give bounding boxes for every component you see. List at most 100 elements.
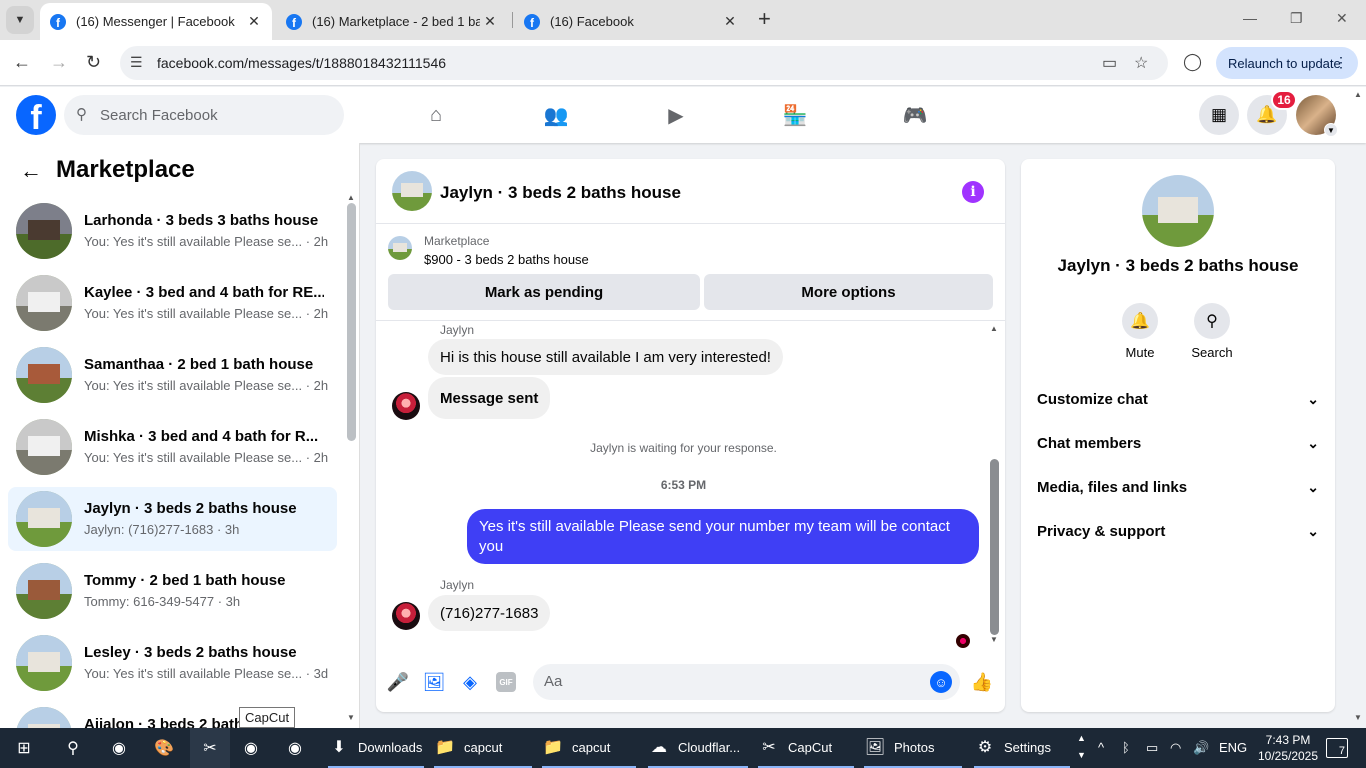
thumbs-up-icon[interactable]: 👍 (971, 671, 993, 693)
restore-icon[interactable]: ❐ (1290, 10, 1303, 27)
bookmark-star-icon[interactable]: ☆ (1134, 53, 1148, 73)
forward-icon[interactable]: → (50, 52, 68, 73)
contact-avatar[interactable] (392, 602, 420, 630)
battery-icon[interactable]: ▭ (1146, 740, 1158, 756)
taskbar-paint[interactable]: 🎨 (153, 728, 183, 768)
taskbar-photos[interactable]: 🖼 Photos (864, 728, 962, 768)
conversation-item[interactable]: Mishka · 3 bed and 4 bath for R... You: … (8, 415, 337, 479)
system-note: Jaylyn is waiting for your response. (590, 441, 777, 455)
attach-photo-icon[interactable]: 🖼 (423, 671, 446, 693)
show-hidden-icons-icon[interactable]: ^ (1098, 740, 1104, 755)
taskbar-settings[interactable]: ⚙ Settings (974, 728, 1070, 768)
incoming-message[interactable]: (716)277-1683 (428, 595, 551, 631)
install-app-icon[interactable]: ▭ (1102, 53, 1117, 73)
contact-avatar[interactable] (392, 392, 420, 420)
facebook-logo-icon[interactable]: f (16, 95, 56, 135)
new-tab-icon[interactable]: + (758, 8, 771, 30)
conversation-item[interactable]: Larhonda · 3 beds 3 baths house You: Yes… (8, 199, 337, 263)
taskbar-chrome-3[interactable]: ◉ (284, 728, 314, 768)
gaming-icon[interactable]: 🎮 (901, 101, 929, 129)
taskbar-cloudflare[interactable]: ☁ Cloudflar... (648, 728, 748, 768)
system-clock[interactable]: 7:43 PM 10/25/2025 (1252, 732, 1324, 764)
wifi-icon[interactable]: ◠ (1170, 740, 1181, 756)
tab-search-button[interactable]: ▼ (6, 6, 34, 34)
conversation-item[interactable]: Kaylee · 3 bed and 4 bath for RE... You:… (8, 271, 337, 335)
facebook-search-input[interactable]: ⚲ Search Facebook (64, 95, 344, 135)
taskbar-folder-capcut[interactable]: 📁 capcut (434, 728, 532, 768)
taskbar-scroll-arrows-icon[interactable]: ▲ ▼ (1077, 730, 1086, 764)
paint-icon: 🎨 (154, 740, 174, 757)
section-customize-chat[interactable]: Customize chat ⌄ (1037, 391, 1319, 415)
url-text[interactable]: facebook.com/messages/t/1888018432111546 (157, 55, 446, 71)
taskbar-search[interactable]: ⚲ (62, 728, 92, 768)
site-settings-icon[interactable]: ☰ (130, 54, 143, 71)
tab-messenger[interactable]: f (16) Messenger | Facebook ✕ (40, 3, 272, 40)
close-tab-icon[interactable]: ✕ (244, 13, 264, 30)
section-chat-members[interactable]: Chat members ⌄ (1037, 435, 1319, 459)
taskbar-chrome[interactable]: ◉ (108, 728, 138, 768)
scroll-up-arrow-icon[interactable]: ▲ (990, 324, 998, 333)
outgoing-message[interactable]: Yes it's still available Please send you… (467, 509, 979, 564)
scroll-down-arrow-icon[interactable]: ▼ (347, 713, 355, 722)
taskbar-capcut[interactable]: ✂ (190, 728, 230, 768)
start-button[interactable]: ⊞ (13, 728, 43, 768)
minimize-icon[interactable]: — (1243, 10, 1257, 26)
sticker-icon[interactable]: ◈ (459, 671, 481, 693)
marketplace-icon[interactable]: 🏪 (781, 101, 809, 129)
language-indicator[interactable]: ENG (1219, 740, 1247, 755)
message-input[interactable]: Aa ☺ (533, 664, 960, 700)
more-options-button[interactable]: More options (704, 274, 993, 310)
video-icon[interactable]: ▶ (662, 101, 690, 129)
account-avatar[interactable]: ▼ (1296, 95, 1338, 137)
emoji-icon[interactable]: ☺ (930, 671, 952, 693)
conversation-item[interactable]: Tommy · 2 bed 1 bath house Tommy: 616-34… (8, 559, 337, 623)
tab-marketplace[interactable]: f (16) Marketplace - 2 bed 1 bath ✕ (276, 3, 508, 40)
back-icon[interactable]: ← (13, 52, 31, 73)
home-icon[interactable]: ⌂ (422, 101, 450, 129)
page-scroll-down-icon[interactable]: ▼ (1354, 713, 1362, 722)
tab-facebook[interactable]: f (16) Facebook ✕ (514, 3, 748, 40)
chat-scrollbar[interactable] (990, 459, 999, 635)
friends-icon[interactable]: 👥 (542, 101, 570, 129)
info-icon[interactable]: i (962, 181, 984, 203)
conversation-item-selected[interactable]: Jaylyn · 3 beds 2 baths house Jaylyn: (7… (8, 487, 337, 551)
list-scrollbar[interactable] (347, 203, 356, 441)
scroll-down-arrow-icon[interactable]: ▼ (990, 635, 998, 644)
close-tab-icon[interactable]: ✕ (720, 13, 740, 30)
reload-icon[interactable]: ↻ (86, 52, 101, 73)
chat-avatar[interactable] (392, 171, 432, 211)
section-privacy-support[interactable]: Privacy & support ⌄ (1037, 523, 1319, 547)
taskbar-chrome-2[interactable]: ◉ (240, 728, 270, 768)
close-window-icon[interactable]: ✕ (1336, 10, 1348, 27)
taskbar-downloads[interactable]: ⬇ Downloads (328, 728, 424, 768)
microphone-icon[interactable]: 🎤 (387, 671, 409, 693)
bluetooth-icon[interactable]: ᛒ (1122, 740, 1130, 755)
close-tab-icon[interactable]: ✕ (480, 13, 500, 30)
incoming-message[interactable]: Message sent (428, 377, 551, 419)
profile-icon[interactable]: ◯ (1183, 52, 1202, 72)
relaunch-button[interactable]: Relaunch to update ⋮ (1216, 47, 1358, 79)
chevron-down-icon: ⌄ (1307, 523, 1319, 539)
mute-button[interactable]: 🔔 Mute (1104, 303, 1176, 360)
conversation-info-panel: Jaylyn · 3 beds 2 baths house 🔔 Mute ⚲ S… (1021, 159, 1335, 712)
conversation-item[interactable]: Samanthaa · 2 bed 1 bath house You: Yes … (8, 343, 337, 407)
mark-as-pending-button[interactable]: Mark as pending (388, 274, 700, 310)
conversation-avatar[interactable] (1142, 175, 1214, 247)
listing-detail[interactable]: $900 - 3 beds 2 baths house (424, 252, 589, 267)
incoming-message[interactable]: Hi is this house still available I am ve… (428, 339, 783, 375)
gif-icon[interactable]: GIF (496, 672, 516, 692)
scroll-up-arrow-icon[interactable]: ▲ (347, 193, 355, 202)
search-button[interactable]: ⚲ Search (1176, 303, 1248, 360)
omnibox[interactable]: ☰ facebook.com/messages/t/18880184321115… (120, 46, 1168, 80)
section-media-files-links[interactable]: Media, files and links ⌄ (1037, 479, 1319, 503)
taskbar-folder-capcut-2[interactable]: 📁 capcut (542, 728, 636, 768)
taskbar-capcut-app[interactable]: ✂ CapCut (758, 728, 854, 768)
page-scroll-up-icon[interactable]: ▲ (1354, 90, 1362, 99)
back-arrow-icon[interactable]: ← (20, 158, 42, 184)
conversation-item[interactable]: Lesley · 3 beds 2 baths house You: Yes i… (8, 631, 337, 695)
chat-title[interactable]: Jaylyn · 3 beds 2 baths house (440, 183, 681, 203)
notification-center-icon[interactable]: 7 (1326, 738, 1348, 758)
menu-grid-icon[interactable]: ▦ (1199, 95, 1239, 135)
menu-dots-icon[interactable]: ⋮ (1334, 54, 1348, 71)
volume-icon[interactable]: 🔊 (1193, 740, 1209, 756)
